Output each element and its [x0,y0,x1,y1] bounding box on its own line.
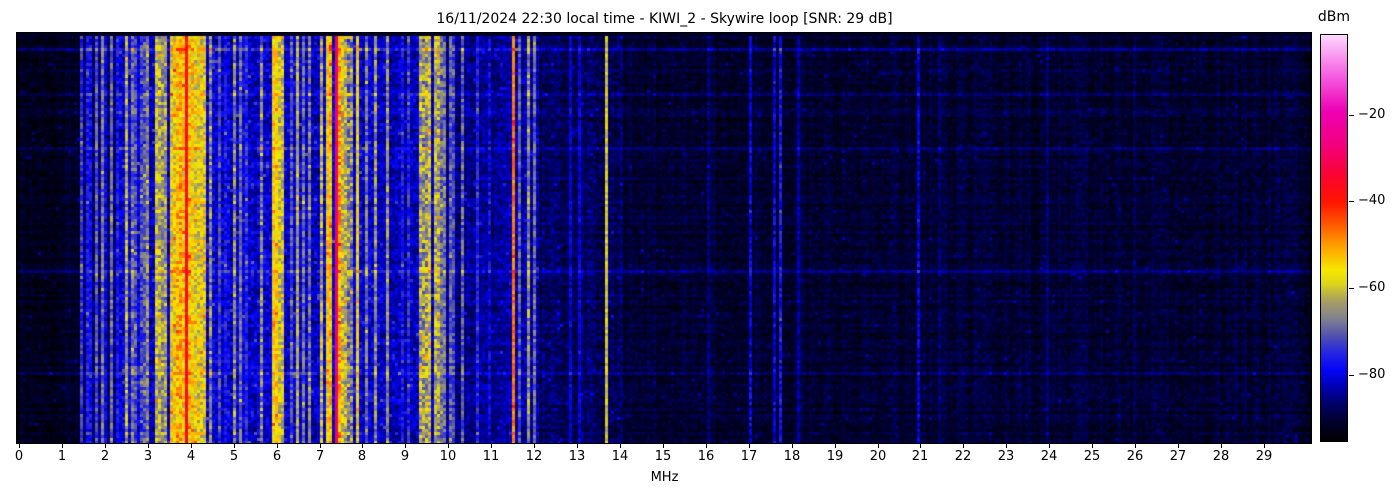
x-tick-mark [577,444,578,448]
x-tick-label: 26 [1115,449,1155,464]
x-tick-label: 22 [943,449,983,464]
x-tick-mark [405,444,406,448]
plot-area [16,32,1312,444]
x-tick-label: 4 [171,449,211,464]
x-tick-mark [19,444,20,448]
x-tick-label: 3 [128,449,168,464]
x-tick-label: 1 [42,449,82,464]
x-tick-label: 27 [1158,449,1198,464]
x-tick-label: 10 [428,449,468,464]
x-tick-label: 2 [85,449,125,464]
x-tick-label: 25 [1072,449,1112,464]
x-tick-mark [1049,444,1050,448]
x-tick-mark [1264,444,1265,448]
x-tick-mark [534,444,535,448]
colorbar-unit-label: dBm [1312,9,1356,25]
x-tick-mark [620,444,621,448]
x-tick-mark [1092,444,1093,448]
x-tick-mark [277,444,278,448]
x-tick-label: 9 [385,449,425,464]
x-tick-label: 18 [772,449,812,464]
colorbar-tick-mark [1349,288,1354,289]
x-tick-mark [105,444,106,448]
colorbar-tick-label: −80 [1358,368,1385,382]
x-tick-mark [320,444,321,448]
x-tick-label: 8 [342,449,382,464]
x-tick-mark [62,444,63,448]
colorbar-tick-label: −40 [1358,194,1385,208]
spectrogram-figure: 16/11/2024 22:30 local time - KIWI_2 - S… [0,0,1400,500]
x-tick-label: 24 [1029,449,1069,464]
colorbar-gradient [1320,34,1348,442]
x-tick-label: 29 [1244,449,1284,464]
x-tick-mark [706,444,707,448]
x-tick-mark [1221,444,1222,448]
waterfall-canvas [17,33,1311,443]
x-tick-mark [963,444,964,448]
x-tick-label: 21 [900,449,940,464]
chart-title: 16/11/2024 22:30 local time - KIWI_2 - S… [18,11,1311,27]
colorbar-tick-mark [1349,375,1354,376]
colorbar-tick-mark [1349,201,1354,202]
x-tick-mark [1178,444,1179,448]
colorbar-tick-mark [1349,115,1354,116]
x-tick-label: 15 [643,449,683,464]
x-tick-mark [920,444,921,448]
x-tick-mark [362,444,363,448]
x-tick-label: 17 [729,449,769,464]
x-tick-label: 28 [1201,449,1241,464]
x-tick-label: 20 [858,449,898,464]
x-tick-label: 19 [815,449,855,464]
x-tick-label: 6 [257,449,297,464]
x-tick-mark [448,444,449,448]
x-tick-label: 14 [600,449,640,464]
x-tick-mark [835,444,836,448]
x-tick-mark [148,444,149,448]
colorbar-tick-label: −60 [1358,281,1385,295]
x-tick-label: 12 [514,449,554,464]
x-tick-label: 7 [300,449,340,464]
x-tick-label: 11 [471,449,511,464]
x-tick-mark [191,444,192,448]
x-tick-mark [1135,444,1136,448]
x-tick-mark [491,444,492,448]
x-tick-label: 0 [0,449,39,464]
x-tick-label: 16 [686,449,726,464]
x-tick-mark [878,444,879,448]
x-tick-mark [792,444,793,448]
x-tick-mark [663,444,664,448]
x-tick-label: 23 [986,449,1026,464]
x-tick-mark [1006,444,1007,448]
x-tick-label: 5 [214,449,254,464]
x-tick-mark [749,444,750,448]
x-tick-label: 13 [557,449,597,464]
x-axis-label: MHz [18,470,1311,485]
x-tick-mark [234,444,235,448]
colorbar-tick-label: −20 [1358,108,1385,122]
